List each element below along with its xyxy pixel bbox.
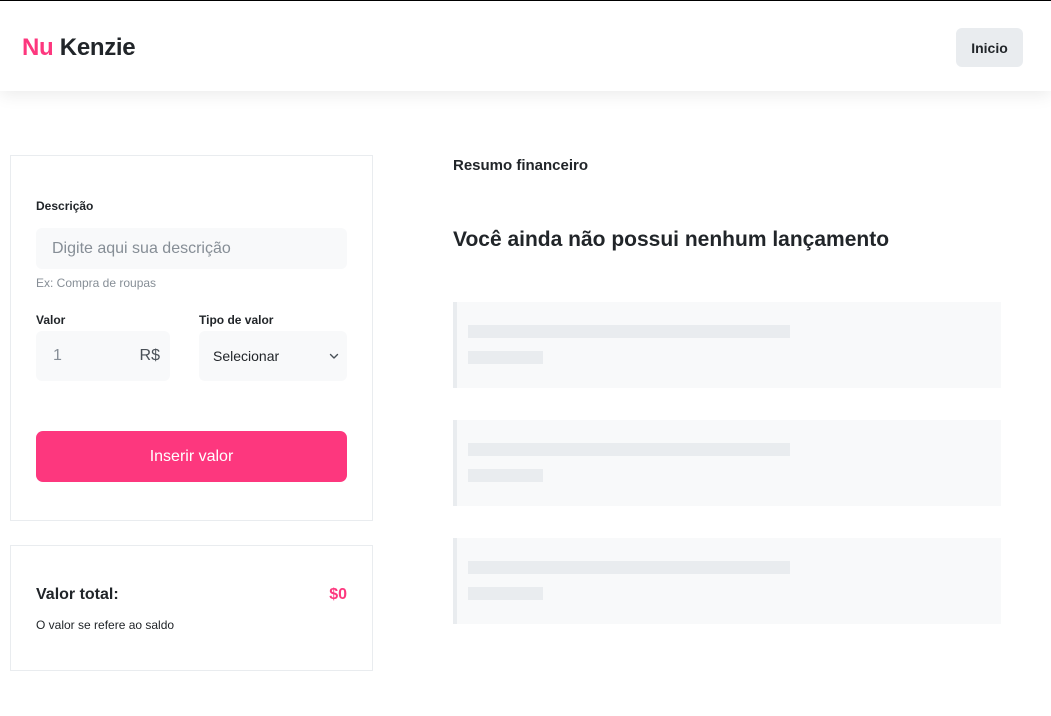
home-button[interactable]: Inicio xyxy=(956,28,1023,67)
description-input[interactable] xyxy=(36,228,347,269)
description-label: Descrição xyxy=(36,199,94,213)
logo-nu: Nu xyxy=(22,34,54,61)
placeholder-line xyxy=(468,443,790,456)
value-field: R$ xyxy=(36,331,170,381)
currency-suffix: R$ xyxy=(139,347,160,364)
placeholder-line xyxy=(468,325,790,338)
value-type-selected: Selecionar xyxy=(213,348,280,364)
total-label: Valor total: xyxy=(36,586,119,603)
placeholder-line xyxy=(468,351,543,364)
app-logo[interactable]: Nu Kenzie xyxy=(22,34,136,62)
placeholder-card xyxy=(453,538,1001,624)
placeholder-card xyxy=(453,420,1001,506)
total-subtitle: O valor se refere ao saldo xyxy=(36,618,175,632)
total-card: Valor total: $0 O valor se refere ao sal… xyxy=(10,545,373,671)
description-hint: Ex: Compra de roupas xyxy=(36,276,157,290)
total-value: $0 xyxy=(329,586,347,603)
chevron-down-icon xyxy=(329,353,339,359)
entry-form-card: Descrição Ex: Compra de roupas Valor R$ … xyxy=(10,155,373,521)
placeholder-card xyxy=(453,302,1001,388)
app-header: Nu Kenzie Inicio xyxy=(0,1,1051,91)
logo-kenzie: Kenzie xyxy=(59,34,136,61)
placeholder-line xyxy=(468,561,790,574)
placeholder-line xyxy=(468,469,543,482)
placeholder-line xyxy=(468,587,543,600)
value-input[interactable] xyxy=(36,331,126,381)
value-label: Valor xyxy=(36,313,66,327)
value-type-label: Tipo de valor xyxy=(199,313,274,327)
summary-title: Resumo financeiro xyxy=(453,157,589,174)
insert-value-button[interactable]: Inserir valor xyxy=(36,431,347,482)
value-type-select[interactable]: Selecionar xyxy=(199,331,347,381)
empty-state-message: Você ainda não possui nenhum lançamento xyxy=(453,228,890,251)
